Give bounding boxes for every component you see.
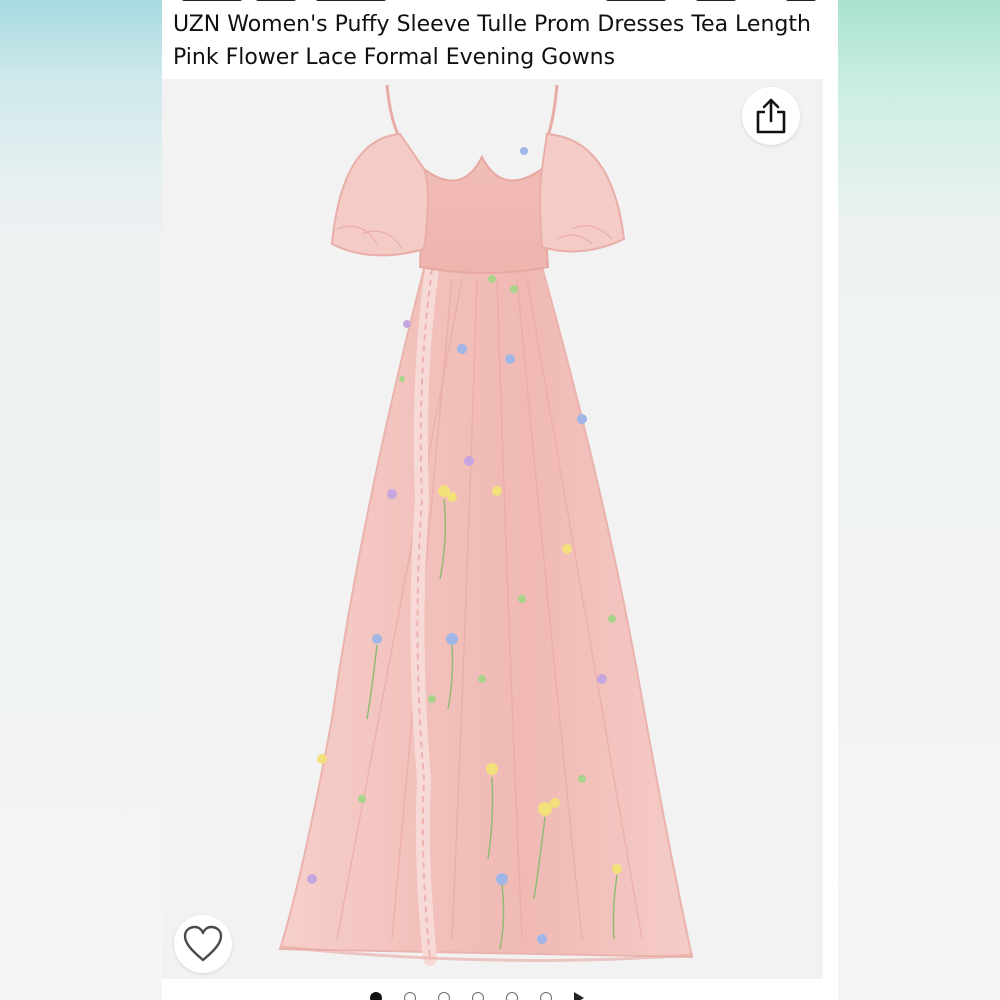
video-play-icon[interactable]: [574, 992, 584, 1000]
carousel-dot[interactable]: [472, 992, 484, 1000]
left-background: [0, 0, 162, 1000]
favorite-button[interactable]: [174, 915, 232, 973]
share-button[interactable]: [742, 87, 800, 145]
carousel-dot[interactable]: [540, 992, 552, 1000]
clipped-previous-text: [176, 0, 824, 4]
share-icon: [756, 98, 786, 134]
heart-icon: [183, 925, 223, 962]
carousel-dot[interactable]: [438, 992, 450, 1000]
carousel-indicator: [370, 992, 584, 1000]
product-title: UZN Women's Puffy Sleeve Tulle Prom Dres…: [173, 12, 811, 70]
right-background: [838, 0, 1000, 1000]
carousel-dot[interactable]: [404, 992, 416, 1000]
product-panel: UZN Women's Puffy Sleeve Tulle Prom Dres…: [162, 0, 838, 1000]
carousel-dot[interactable]: [506, 992, 518, 1000]
dress-illustration: [278, 84, 694, 966]
carousel-dot-active[interactable]: [370, 992, 382, 1000]
product-image[interactable]: [162, 79, 823, 979]
